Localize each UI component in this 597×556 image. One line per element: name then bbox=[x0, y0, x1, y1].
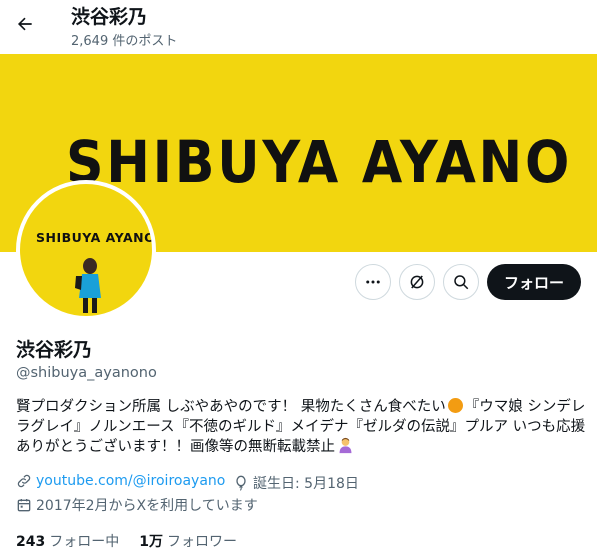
back-button[interactable] bbox=[8, 7, 42, 41]
profile-handle: @shibuya_ayanono bbox=[16, 365, 157, 381]
birthday-row: 誕生日: 5月18日 bbox=[233, 473, 359, 493]
header-title: 渋谷彩乃 bbox=[71, 6, 148, 28]
avatar-text: SHIBUYA AYANO bbox=[36, 230, 156, 245]
following-link[interactable]: 243 フォロー中 bbox=[16, 531, 119, 551]
followers-label: フォロワー bbox=[166, 534, 237, 550]
grok-icon bbox=[410, 275, 424, 289]
search-button[interactable] bbox=[443, 264, 479, 300]
profile-bio: 賢プロダクション所属 しぶやあやのです！ 果物たくさん食べたい 『ウマ娘 シンデレ… bbox=[16, 397, 588, 457]
follow-stats: 243 フォロー中 1万 フォロワー bbox=[16, 531, 237, 551]
link-icon bbox=[16, 473, 32, 489]
post-count: 2,649 件のポスト bbox=[71, 34, 178, 49]
balloon-icon bbox=[233, 475, 249, 491]
website-row: youtube.com/@iroiroayano bbox=[16, 473, 225, 489]
more-button[interactable] bbox=[355, 264, 391, 300]
banner-text: SHIBUYA AYANO bbox=[66, 128, 573, 196]
calendar-icon bbox=[16, 497, 32, 513]
followers-link[interactable]: 1万 フォロワー bbox=[139, 531, 237, 551]
birthday-text: 誕生日: 5月18日 bbox=[253, 476, 359, 492]
avatar-person-figure bbox=[75, 258, 101, 313]
search-icon bbox=[454, 275, 469, 290]
back-arrow-icon bbox=[17, 17, 32, 31]
joined-text: 2017年2月からXを利用しています bbox=[36, 498, 258, 514]
person-bowing-emoji-icon bbox=[339, 437, 352, 454]
top-bar: 渋谷彩乃 2,649 件のポスト bbox=[0, 0, 597, 54]
joined-row: 2017年2月からXを利用しています bbox=[16, 495, 258, 515]
following-label: フォロー中 bbox=[49, 534, 120, 550]
website-link[interactable]: youtube.com/@iroiroayano bbox=[36, 473, 225, 489]
bio-text-part1: 賢プロダクション所属 しぶやあやのです！ 果物たくさん食べたい bbox=[16, 399, 446, 415]
avatar[interactable]: SHIBUYA AYANO bbox=[16, 180, 156, 320]
orange-emoji-icon bbox=[447, 398, 463, 413]
followers-count: 1万 bbox=[139, 534, 163, 550]
grok-button[interactable] bbox=[399, 264, 435, 300]
following-count: 243 bbox=[16, 534, 46, 550]
profile-name: 渋谷彩乃 bbox=[16, 339, 93, 361]
more-dots-icon bbox=[366, 280, 380, 284]
follow-button[interactable]: フォロー bbox=[487, 264, 581, 300]
